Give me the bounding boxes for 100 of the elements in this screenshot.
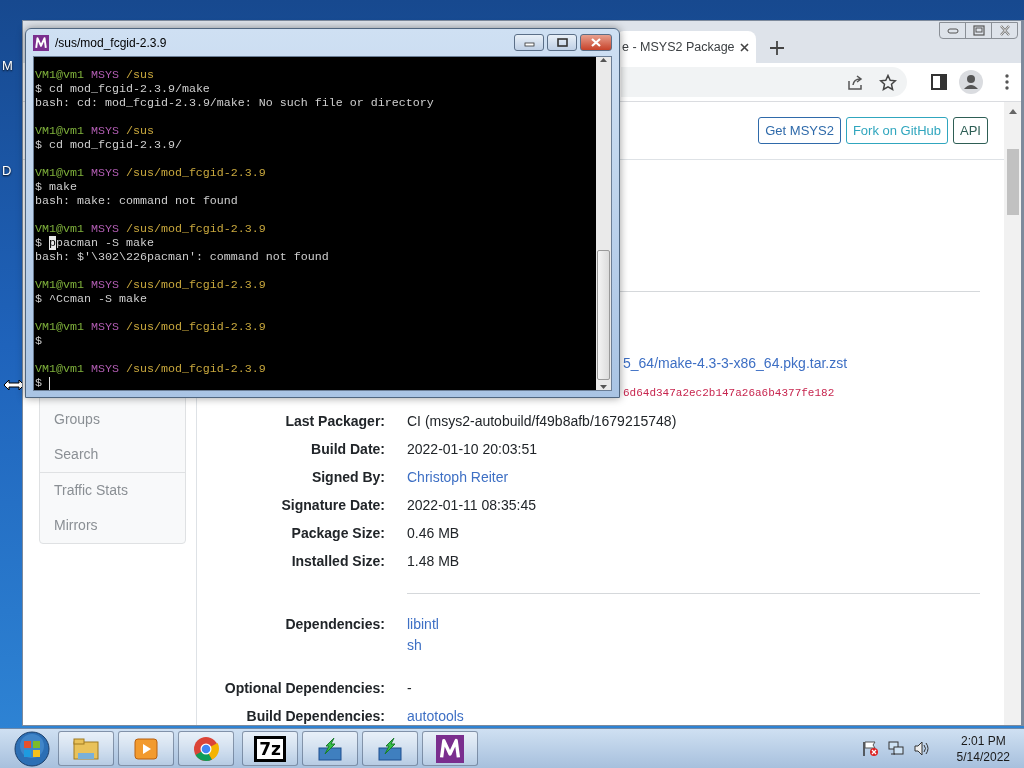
prompt-user: VM1@vm1 bbox=[35, 278, 84, 292]
close-button[interactable] bbox=[580, 34, 612, 51]
value-link[interactable]: sh bbox=[407, 635, 980, 656]
command-text: make bbox=[49, 180, 77, 194]
field-value: - bbox=[407, 679, 413, 698]
close-icon[interactable] bbox=[739, 41, 750, 53]
prompt-path: /sus/mod_fcgid-2.3.9 bbox=[125, 320, 266, 334]
prompt-user: VM1@vm1 bbox=[35, 124, 84, 138]
scroll-down-icon[interactable] bbox=[599, 384, 608, 390]
network-icon[interactable] bbox=[886, 740, 905, 757]
prompt-shell: MSYS bbox=[90, 222, 119, 236]
clock-date: 5/14/2022 bbox=[956, 748, 1010, 765]
taskbar-button[interactable] bbox=[362, 731, 418, 766]
flag-icon[interactable] bbox=[860, 740, 879, 757]
maximize-icon[interactable] bbox=[972, 25, 985, 36]
field-value: 2022-01-10 20:03:51 bbox=[407, 440, 538, 459]
prompt-path: /sus/mod_fcgid-2.3.9 bbox=[125, 222, 266, 236]
volume-icon[interactable] bbox=[912, 740, 931, 757]
field-value: 2022-01-11 08:35:45 bbox=[407, 496, 537, 515]
value-link[interactable]: Christoph Reiter bbox=[407, 469, 509, 485]
prompt-shell: MSYS bbox=[90, 166, 119, 180]
scrollbar[interactable] bbox=[596, 57, 611, 390]
value-link[interactable]: libintl bbox=[407, 614, 980, 635]
prompt-user: VM1@vm1 bbox=[35, 362, 84, 376]
scroll-up-icon[interactable] bbox=[1007, 108, 1018, 115]
prompt-symbol: $ bbox=[35, 82, 42, 96]
folder-icon bbox=[72, 735, 100, 762]
command-text: ^Ccman -S make bbox=[49, 292, 147, 306]
sidebar-link[interactable]: Mirrors bbox=[40, 508, 185, 543]
highlighted-character: p bbox=[49, 236, 56, 250]
prompt-symbol: $ bbox=[35, 138, 42, 152]
prompt-shell: MSYS bbox=[90, 362, 119, 376]
header-button[interactable]: Fork on GitHub bbox=[845, 117, 949, 144]
scroll-thumb[interactable] bbox=[597, 250, 610, 380]
prompt-path: /sus bbox=[125, 124, 154, 138]
field-label: Signature Date: bbox=[280, 496, 385, 515]
field-label: Package Size: bbox=[290, 524, 385, 543]
output-text: bash: cd: mod_fcgid-2.3.9/make: No such file or directory bbox=[35, 96, 434, 110]
field-label: Build Date: bbox=[310, 440, 385, 459]
output-text: bash: make: command not found bbox=[35, 194, 238, 208]
taskbar-button[interactable] bbox=[302, 731, 358, 766]
prompt-shell: MSYS bbox=[90, 124, 119, 138]
field-value: 1.48 MB bbox=[407, 552, 461, 571]
field-label: Signed By: bbox=[310, 468, 385, 487]
prompt-shell: MSYS bbox=[90, 68, 119, 82]
field-label: Optional Dependencies: bbox=[223, 679, 385, 698]
prompt-user: VM1@vm1 bbox=[35, 68, 84, 82]
field-label: Build Dependencies: bbox=[245, 707, 385, 725]
app-logo-icon bbox=[33, 34, 49, 51]
checksum-text: 6d64d347a2ec2b147a26a6b4377fe182 bbox=[623, 387, 835, 399]
window-title: /sus/mod_fcgid-2.3.9 bbox=[55, 35, 168, 50]
field-label: Dependencies: bbox=[284, 615, 385, 634]
download-arrow-icon bbox=[376, 735, 404, 762]
scroll-thumb[interactable] bbox=[1006, 149, 1019, 215]
prompt-symbol: $ bbox=[35, 236, 42, 250]
tab-title: e - MSYS2 Package bbox=[622, 40, 735, 54]
sidebar-link[interactable]: Search bbox=[40, 437, 185, 472]
prompt-shell: MSYS bbox=[90, 320, 119, 334]
maximize-icon bbox=[556, 38, 568, 47]
header-button[interactable]: Get MSYS2 bbox=[758, 117, 841, 144]
start-orb-icon[interactable] bbox=[14, 730, 50, 767]
value-link[interactable]: 5_64/make-4.3-3-x86_64.pkg.tar.zst bbox=[623, 355, 848, 371]
field-value: CI (msys2-autobuild/f49b8afb/1679215748) bbox=[407, 412, 678, 431]
desktop-icon-label[interactable]: D bbox=[2, 163, 12, 178]
share-icon[interactable] bbox=[846, 73, 863, 91]
taskbar-button[interactable] bbox=[422, 731, 478, 766]
desktop-icon-label[interactable]: M bbox=[2, 58, 13, 73]
sidebar-link[interactable]: Groups bbox=[40, 402, 185, 437]
prompt-symbol: $ bbox=[35, 334, 42, 348]
field-label: Installed Size: bbox=[290, 552, 385, 571]
prompt-symbol: $ bbox=[35, 376, 42, 390]
prompt-symbol: $ bbox=[35, 180, 42, 194]
prompt-symbol: $ bbox=[35, 292, 42, 306]
command-text: cd mod_fcgid-2.3.9/make bbox=[49, 82, 210, 96]
minimize-icon[interactable] bbox=[946, 25, 959, 36]
clock-time: 2:01 PM bbox=[960, 732, 1006, 749]
field-value: 0.46 MB bbox=[407, 524, 461, 543]
output-text: bash: $'\302\226pacman': command not found bbox=[35, 250, 329, 264]
taskbar-button[interactable] bbox=[178, 731, 234, 766]
taskbar-button[interactable]: 7z bbox=[242, 731, 298, 766]
command-text: cd mod_fcgid-2.3.9/ bbox=[49, 138, 182, 152]
archive-logo: 7z bbox=[254, 735, 286, 762]
round-logo-icon bbox=[193, 735, 219, 762]
close-icon bbox=[590, 38, 602, 47]
clock[interactable]: 2:01 PM 5/14/2022 bbox=[956, 732, 1010, 765]
value-link[interactable]: autotools bbox=[407, 708, 464, 724]
field-label: Last Packager: bbox=[284, 412, 385, 431]
side-panel-icon[interactable] bbox=[931, 74, 947, 90]
maximize-button[interactable] bbox=[547, 34, 577, 51]
star-icon[interactable] bbox=[879, 73, 897, 91]
scrollbar[interactable] bbox=[1004, 102, 1021, 725]
header-button[interactable]: API bbox=[953, 117, 988, 144]
minimize-button[interactable] bbox=[514, 34, 544, 51]
prompt-path: /sus/mod_fcgid-2.3.9 bbox=[125, 166, 266, 180]
avatar-icon[interactable] bbox=[959, 70, 983, 94]
new-tab-icon[interactable] bbox=[770, 41, 784, 55]
prompt-shell: MSYS bbox=[90, 278, 119, 292]
command-text: pacman -S make bbox=[56, 236, 154, 250]
sidebar-link[interactable]: Traffic Stats bbox=[40, 473, 185, 508]
menu-icon[interactable] bbox=[1005, 74, 1009, 90]
